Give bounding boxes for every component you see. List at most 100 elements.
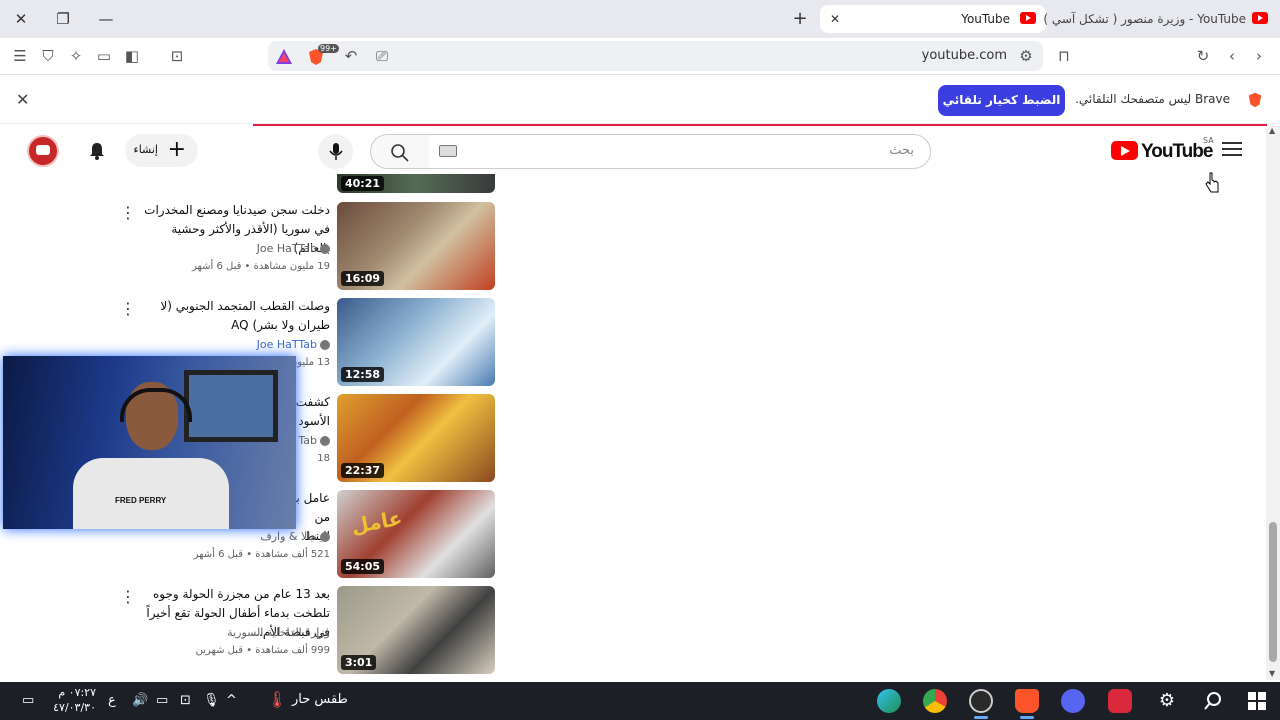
create-button[interactable]: + إنشاء [125,134,198,167]
microphone-tray-icon[interactable]: 🎙 [203,693,220,708]
window-minimize-icon[interactable]: — [93,6,119,32]
set-default-button[interactable]: الضبط كخيار تلقائي [938,85,1065,116]
start-windows-icon[interactable] [1248,692,1266,710]
taskbar-search-icon[interactable] [1203,691,1223,711]
more-actions-icon[interactable]: ⋮ [120,588,136,606]
volume-icon[interactable]: 🔊 [132,693,148,708]
wall-picture-frame [184,370,278,442]
webcam-overlay: FRED PERRY [3,356,296,529]
infobar-message: Brave ليس متصفحك التلقائي. [1075,92,1230,106]
verified-icon [320,532,330,542]
shields-count-badge: 99+ [318,44,339,53]
page-scrollbar[interactable]: ▲ ▼ [1266,126,1280,680]
video-thumbnail[interactable]: 3:01 [337,586,495,674]
video-thumbnail[interactable]: 16:09 [337,202,495,290]
obs-icon[interactable] [969,689,993,713]
vpn-shield-icon[interactable]: ⛉ [37,45,59,67]
hand-cursor-icon [1205,172,1219,193]
video-thumbnail[interactable]: 22:37 [337,394,495,482]
search-icon [391,144,409,162]
channel-name[interactable]: نيالا & وارف [260,530,330,543]
tab-youtube-active[interactable]: YouTube ✕ [820,5,1046,33]
infobar-close-icon[interactable]: ✕ [16,90,29,109]
search-placeholder: بحث [889,143,914,158]
search-input[interactable]: بحث [428,134,931,169]
video-meta: 19 مليون مشاهدة • قبل 6 أشهر [191,261,330,272]
sidebar-icon[interactable]: ◧ [121,45,143,67]
clock[interactable]: ٠٧:٢٧ م ٤٧/٠٣/٣٠ [50,685,96,715]
video-meta: 18 [317,453,330,464]
tab-close-icon[interactable]: ✕ [830,5,840,33]
chrome-icon[interactable] [923,689,947,713]
video-thumbnail[interactable]: 40:21 [337,174,495,193]
voice-search-button[interactable] [318,134,353,169]
person-head [120,382,192,450]
channel-label: نيالا & وارف [260,530,317,543]
discord-icon[interactable] [1061,689,1085,713]
extensions-icon[interactable]: ✧ [65,45,87,67]
menu-icon[interactable]: ☰ [9,45,31,67]
back-icon[interactable]: ‹ [1221,45,1243,67]
more-actions-icon[interactable]: ⋮ [120,204,136,222]
window-restore-icon[interactable]: ❐ [50,6,76,32]
site-settings-icon[interactable]: ⚙ [1015,45,1037,67]
more-actions-icon[interactable]: ⋮ [120,300,136,318]
bookmark-icon[interactable]: ⊓ [1053,45,1075,67]
youtube-logo[interactable]: YouTube SA [1111,136,1214,162]
reload-icon[interactable]: ↻ [1192,45,1214,67]
brave-browser-icon[interactable] [1015,689,1039,713]
screenshot-icon[interactable]: ⊡ [166,45,188,67]
video-thumbnail[interactable]: 12:58 [337,298,495,386]
weather-text[interactable]: طقس حار [292,692,348,707]
video-thumbnail[interactable]: عامل 54:05 [337,490,495,578]
notification-center-icon[interactable]: ▭ [22,693,34,708]
channel-label: وزارة الداخلية السورية [227,626,330,639]
clock-time: ٠٧:٢٧ م [58,686,96,699]
channel-name[interactable]: Joe HaTTab [257,338,330,351]
account-avatar[interactable] [27,135,59,167]
network-icon[interactable]: ⊡ [180,693,191,708]
scroll-down-arrow-icon[interactable]: ▼ [1269,669,1275,678]
taskbar-app-red-icon[interactable] [1108,689,1132,713]
scrollbar-thumb[interactable] [1269,522,1277,662]
video-meta: 521 ألف مشاهدة • قبل 6 أشهر [193,549,330,560]
cast-icon[interactable]: ⎚ [371,45,393,67]
tab-youtube-inactive[interactable]: YouTube - وزيرة منصور ( تشكل آسي ) [1043,5,1276,33]
windows-taskbar: ⚙ طقس حار 🌡 ^ 🎙 ⊡ ▭ 🔊 ع ٠٧:٢٧ م ٤٧/٠٣/٣٠… [0,682,1280,720]
edge-icon[interactable] [877,689,901,713]
brave-logo-icon [1248,92,1262,108]
wallet-icon[interactable]: ▭ [93,45,115,67]
video-meta: 999 ألف مشاهدة • قبل شهرين [195,645,330,656]
search-button[interactable] [370,134,429,169]
channel-label: Joe HaTTab [256,242,317,255]
channel-name[interactable]: Tab [298,434,330,447]
video-title[interactable]: وصلت القطب المتجمد الجنوبي (لا طيران ولا… [140,297,330,335]
video-duration: 12:58 [341,367,385,382]
default-browser-infobar: Brave ليس متصفحك التلقائي. الضبط كخيار ت… [0,76,1280,124]
tray-chevron-icon[interactable]: ^ [226,693,237,708]
video-title[interactable]: كشفت الأسود [290,393,330,431]
verified-icon [320,436,330,446]
forward-icon[interactable]: › [1248,45,1270,67]
active-app-indicator [1020,716,1034,719]
guide-menu-icon[interactable] [1222,142,1242,158]
channel-name[interactable]: Joe HaTTab [257,242,330,255]
verified-icon [320,340,330,350]
tab-strip: ✕ ❐ — + YouTube ✕ YouTube - وزيرة منصور … [0,0,1280,38]
address-bar[interactable]: 99+ ↶ ⎚ youtube.com ⚙ [268,41,1043,71]
keyboard-icon[interactable] [439,145,457,157]
brave-rewards-icon[interactable] [274,47,294,67]
settings-gear-icon[interactable]: ⚙ [1155,689,1179,713]
youtube-play-icon [1111,141,1138,160]
share-icon[interactable]: ↶ [340,45,362,67]
language-indicator[interactable]: ع [108,693,116,708]
channel-name[interactable]: وزارة الداخلية السورية [227,626,330,639]
youtube-favicon-icon [1020,12,1036,24]
notifications-bell-icon[interactable] [86,140,108,162]
window-close-icon[interactable]: ✕ [8,6,34,32]
url-text[interactable]: youtube.com [922,41,1007,71]
youtube-wordmark: YouTube [1141,141,1213,162]
scroll-up-arrow-icon[interactable]: ▲ [1269,126,1275,135]
new-tab-icon[interactable]: + [787,6,813,32]
display-icon[interactable]: ▭ [156,693,168,708]
